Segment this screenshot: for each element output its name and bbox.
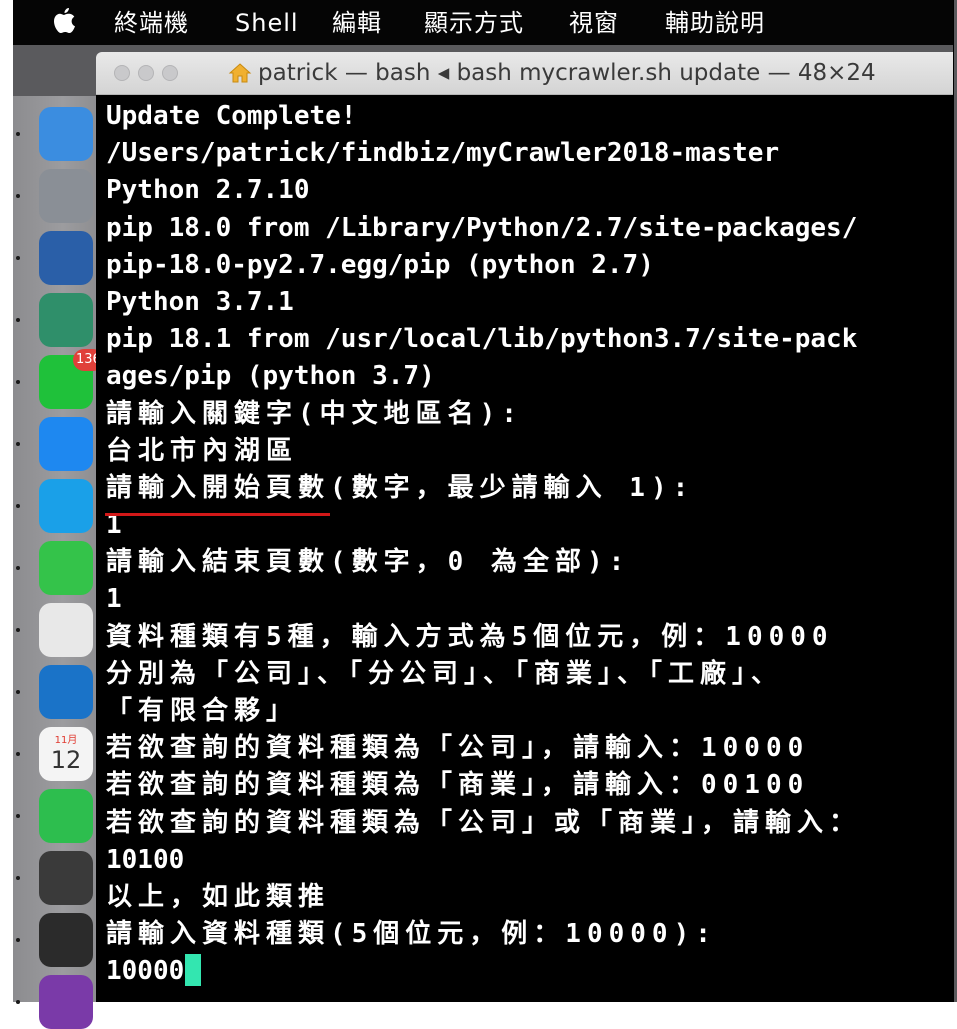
running-indicator bbox=[16, 876, 20, 880]
terminal-line: 1 bbox=[106, 581, 861, 618]
slack-icon[interactable] bbox=[39, 603, 93, 657]
terminal-line-text: 若欲查詢的資料種類為「商業」，請輸入：00100 bbox=[106, 770, 810, 801]
terminal-line-text: Update Complete! bbox=[106, 101, 357, 131]
terminal-line-text: 「有限合夥」 bbox=[106, 696, 299, 726]
running-indicator bbox=[16, 132, 20, 136]
terminal-line: 資料種類有5種，輸入方式為5個位元，例：10000 bbox=[106, 619, 861, 656]
running-indicator bbox=[16, 380, 20, 384]
terminal-line-text: 台北市內湖區 bbox=[106, 435, 299, 466]
running-indicator bbox=[16, 504, 20, 508]
terminal-line: 若欲查詢的資料種類為「商業」，請輸入：00100 bbox=[106, 767, 861, 804]
terminal-line-text: 1 bbox=[106, 584, 122, 615]
running-indicator bbox=[16, 442, 20, 446]
running-indicator bbox=[16, 256, 20, 260]
terminal-line-text: 請輸入結束頁數(數字，0 為全部): bbox=[106, 547, 631, 578]
frame-border bbox=[953, 0, 954, 1002]
terminal-line-text: Python 2.7.10 bbox=[106, 175, 310, 206]
apple-menu-icon[interactable] bbox=[51, 6, 77, 38]
sublime-text-icon[interactable] bbox=[39, 851, 93, 905]
minimize-button[interactable] bbox=[138, 65, 154, 81]
terminal-line: ages/pip (python 3.7) bbox=[106, 358, 861, 395]
terminal-lines: Update Complete! /Users/patrick/findbiz/m… bbox=[106, 98, 861, 991]
mission-control-icon[interactable] bbox=[39, 231, 93, 285]
terminal-line: 10000 bbox=[106, 953, 861, 990]
title-bar[interactable]: patrick — bash ◂ bash mycrawler.sh updat… bbox=[96, 52, 953, 95]
terminal-line: 台北市內湖區 bbox=[106, 433, 861, 470]
terminal-line: 請輸入開始頁數(數字，最少請輸入 1): bbox=[106, 470, 861, 507]
close-button[interactable] bbox=[114, 65, 130, 81]
terminal-line-text: 10000 bbox=[106, 956, 185, 987]
trello-icon[interactable] bbox=[39, 665, 93, 719]
finder-icon[interactable] bbox=[39, 107, 93, 161]
running-indicator bbox=[16, 814, 20, 818]
messenger-icon[interactable] bbox=[39, 417, 93, 471]
menu-window[interactable]: 視窗 bbox=[569, 9, 619, 37]
menu-terminal[interactable]: 終端機 bbox=[114, 9, 189, 37]
terminal-line: 10100 bbox=[106, 842, 861, 879]
terminal-content[interactable]: Update Complete! /Users/patrick/findbiz/m… bbox=[96, 95, 953, 1002]
terminal-line: 請輸入關鍵字(中文地區名): bbox=[106, 396, 861, 433]
menu-bar: 終端機 Shell 編輯 顯示方式 視窗 輔助說明 bbox=[13, 0, 953, 45]
terminal-line-text: pip 18.0 from /Library/Python/2.7/site-p… bbox=[106, 212, 858, 243]
terminal-line-text: /Users/patrick/findbiz/myCrawler2018-mas… bbox=[106, 138, 780, 169]
running-indicator bbox=[16, 938, 20, 942]
running-indicator bbox=[16, 318, 20, 322]
terminal-line: pip-18.0-py2.7.egg/pip (python 2.7) bbox=[106, 247, 861, 284]
terminal-line-text: 若欲查詢的資料種類為「公司」，請輸入：10000 bbox=[106, 733, 810, 764]
terminal-line: 以上，如此類推 bbox=[106, 879, 861, 916]
launchpad-icon[interactable] bbox=[39, 169, 93, 223]
terminal-line-text: 請輸入關鍵字(中文地區名): bbox=[106, 398, 523, 429]
menu-shell[interactable]: Shell bbox=[235, 9, 299, 37]
calendar-icon[interactable]: 11月 12 bbox=[39, 727, 93, 781]
terminal-line-text: 分別為「公司」、「分公司」、「商業」、「工廠」、 bbox=[106, 658, 784, 689]
terminal-line: 「有限合夥」 bbox=[106, 693, 861, 730]
terminal-line: /Users/patrick/findbiz/myCrawler2018-mas… bbox=[106, 135, 861, 172]
skype-icon[interactable] bbox=[39, 479, 93, 533]
terminal-line-text: 以上，如此類推 bbox=[106, 881, 331, 912]
terminal-line: Update Complete! bbox=[106, 98, 861, 135]
terminal-line: pip 18.0 from /Library/Python/2.7/site-p… bbox=[106, 210, 861, 247]
evernote-icon[interactable] bbox=[39, 789, 93, 843]
terminal-line-text: 若欲查詢的資料種類為「公司」或「商業」，請輸入： bbox=[106, 807, 862, 838]
terminal-window: patrick — bash ◂ bash mycrawler.sh updat… bbox=[96, 52, 953, 1002]
calendar-day: 12 bbox=[50, 746, 82, 774]
terminal-line: 請輸入結束頁數(數字，0 為全部): bbox=[106, 544, 861, 581]
window-title: patrick — bash ◂ bash mycrawler.sh updat… bbox=[258, 60, 876, 86]
zoom-button[interactable] bbox=[162, 65, 178, 81]
terminal-line-text: pip-18.0-py2.7.egg/pip (python 2.7) bbox=[106, 249, 654, 280]
terminal-icon[interactable] bbox=[39, 913, 93, 967]
menu-edit[interactable]: 編輯 bbox=[332, 9, 382, 37]
text-cursor bbox=[185, 953, 202, 986]
running-indicator bbox=[16, 566, 20, 570]
menu-view[interactable]: 顯示方式 bbox=[424, 9, 524, 37]
home-folder-icon bbox=[228, 63, 252, 83]
purple-app-icon[interactable] bbox=[39, 975, 93, 1029]
terminal-line-text: 請輸入開始頁數(數字，最少請輸入 1): bbox=[106, 472, 695, 503]
terminal-line-text: 資料種類有5種，輸入方式為5個位元，例：10000 bbox=[106, 621, 834, 652]
terminal-line-text: Python 3.7.1 bbox=[106, 286, 294, 317]
terminal-line-text: 請輸入資料種類(5個位元，例：10000): bbox=[106, 919, 717, 950]
terminal-line: 分別為「公司」、「分公司」、「商業」、「工廠」、 bbox=[106, 656, 861, 693]
terminal-line: 請輸入資料種類(5個位元，例：10000): bbox=[106, 916, 861, 953]
terminal-line: 若欲查詢的資料種類為「公司」或「商業」，請輸入： bbox=[106, 805, 861, 842]
running-indicator bbox=[16, 628, 20, 632]
input-underline bbox=[105, 513, 330, 516]
terminal-line-text: ages/pip (python 3.7) bbox=[106, 361, 435, 392]
running-indicator bbox=[16, 752, 20, 756]
terminal-line: Python 3.7.1 bbox=[106, 284, 861, 321]
terminal-line: Python 2.7.10 bbox=[106, 172, 861, 209]
terminal-line: pip 18.1 from /usr/local/lib/python3.7/s… bbox=[106, 321, 861, 358]
wechat-icon[interactable] bbox=[39, 541, 93, 595]
running-indicator bbox=[16, 194, 20, 198]
dock: 136 11月 12 bbox=[13, 96, 104, 1029]
terminal-line-text: 10100 bbox=[106, 844, 185, 875]
menu-help[interactable]: 輔助說明 bbox=[665, 9, 765, 37]
terminal-line: 若欲查詢的資料種類為「公司」，請輸入：10000 bbox=[106, 730, 861, 767]
terminal-line-text: pip 18.1 from /usr/local/lib/python3.7/s… bbox=[106, 324, 858, 355]
running-indicator bbox=[16, 690, 20, 694]
photos-icon[interactable] bbox=[39, 293, 93, 347]
running-indicator bbox=[16, 1000, 20, 1004]
